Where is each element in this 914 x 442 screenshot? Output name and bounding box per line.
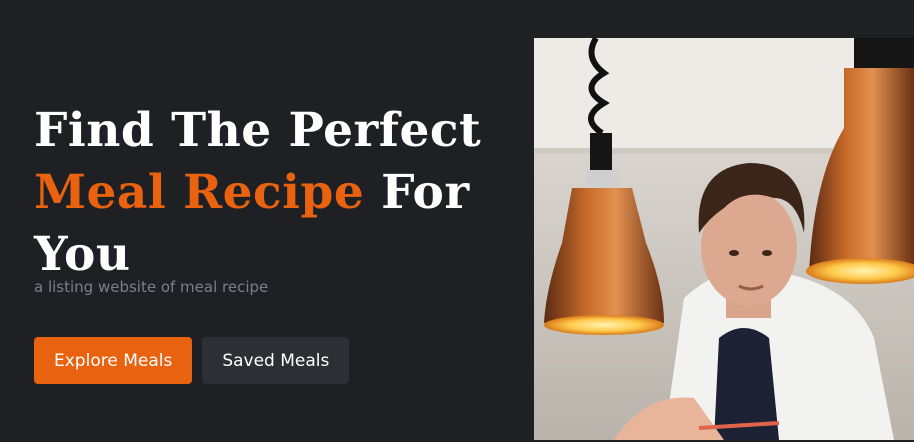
hero-subtitle: a listing website of meal recipe	[34, 278, 269, 296]
hero-title: Find The Perfect Meal Recipe For You	[34, 100, 514, 286]
chef-photo	[534, 38, 914, 440]
explore-meals-button[interactable]: Explore Meals	[34, 337, 193, 384]
title-tail: For	[364, 165, 470, 220]
hero-actions: Explore Meals Saved Meals	[34, 337, 350, 384]
title-line-3: You	[34, 227, 131, 282]
hero-image	[534, 38, 914, 440]
hero-section: Find The Perfect Meal Recipe For You a l…	[34, 100, 514, 296]
saved-meals-button[interactable]: Saved Meals	[202, 337, 350, 384]
title-accent: Meal Recipe	[34, 165, 365, 220]
title-line-1: Find The Perfect	[34, 103, 482, 158]
